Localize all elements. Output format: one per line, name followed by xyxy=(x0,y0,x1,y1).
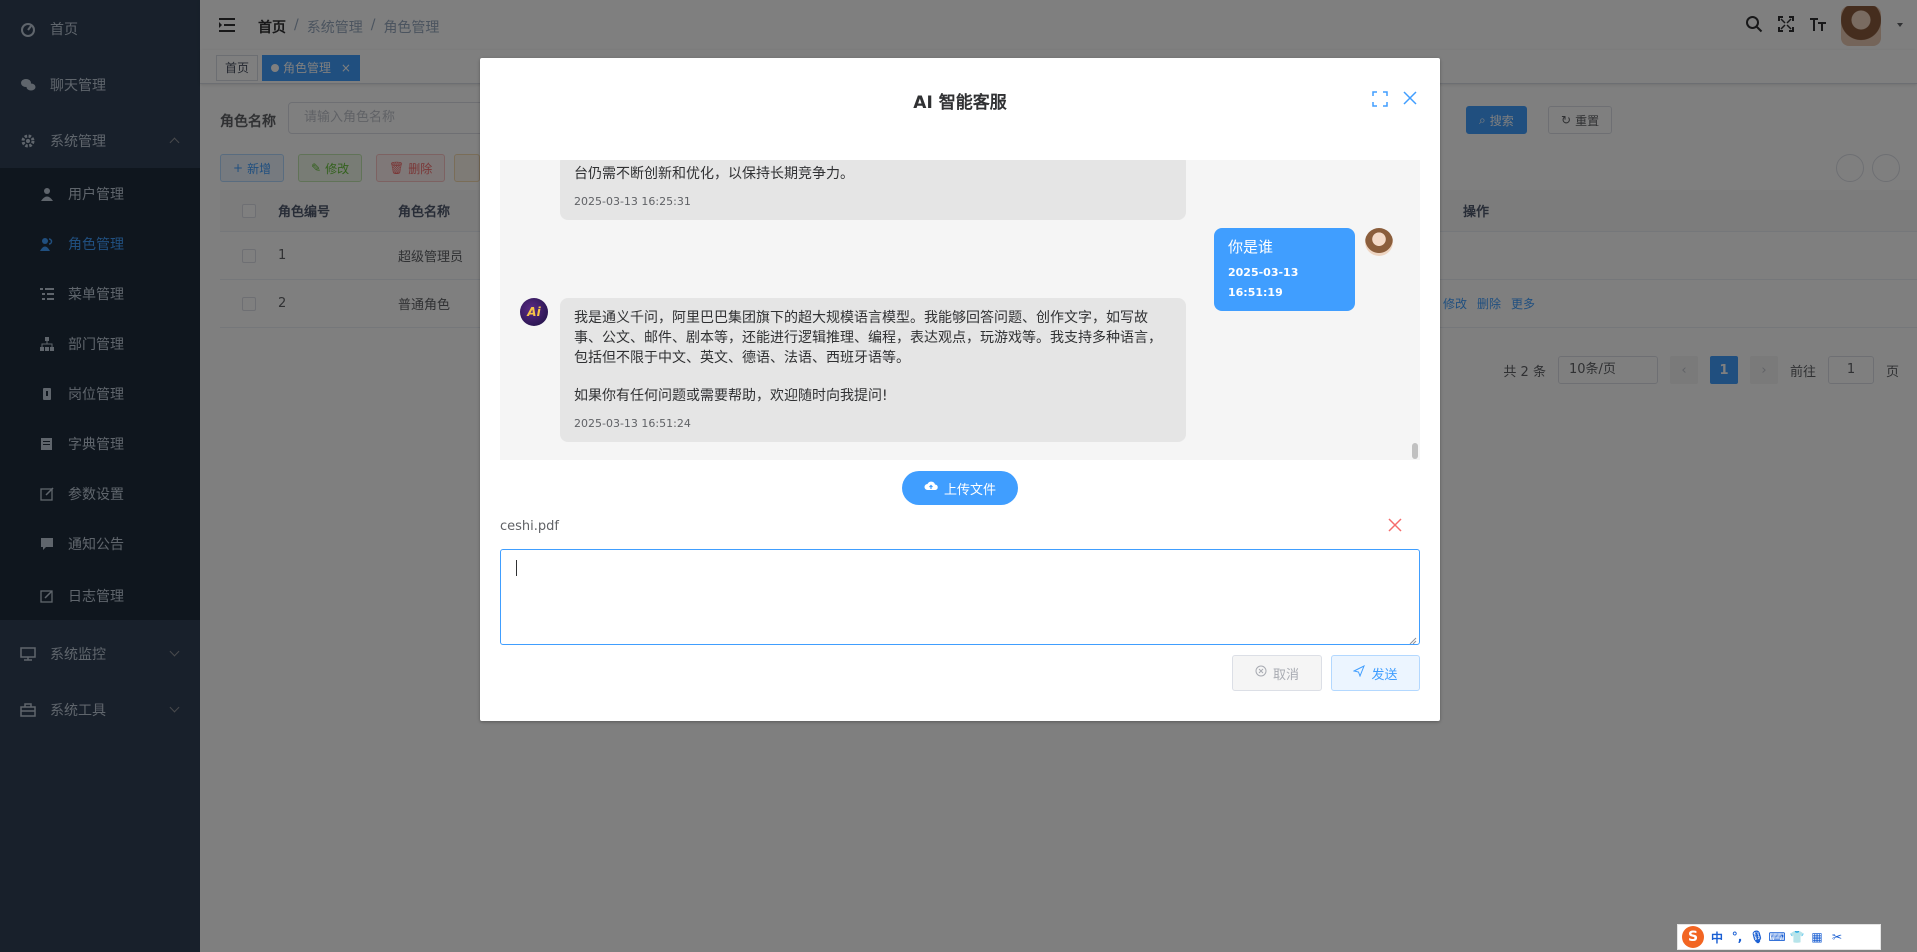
text-caret xyxy=(516,560,517,576)
circle-close-icon xyxy=(1255,665,1267,681)
toolbox-icon[interactable]: ✂ xyxy=(1830,930,1844,944)
attached-file-name: ceshi.pdf xyxy=(500,519,559,534)
send-label: 发送 xyxy=(1371,667,1398,683)
fullscreen-icon[interactable] xyxy=(1372,91,1388,107)
message-time: 2025-03-13 16:51:19 xyxy=(1228,266,1299,299)
upload-label: 上传文件 xyxy=(943,482,996,498)
ai-chat-dialog: AI 智能客服 台仍需不断创新和优化，以保持长期竞争力。 2025-03-13 … xyxy=(480,58,1440,721)
send-button[interactable]: 发送 xyxy=(1331,655,1420,691)
sogou-logo-icon[interactable]: S xyxy=(1682,926,1704,948)
chat-messages[interactable]: 台仍需不断创新和优化，以保持长期竞争力。 2025-03-13 16:25:31… xyxy=(500,160,1420,460)
remove-file-icon[interactable] xyxy=(1388,518,1402,532)
message-time: 2025-03-13 16:51:24 xyxy=(574,417,691,430)
message-text: 我是通义千问，阿里巴巴集团旗下的超大规模语言模型。我能够回答问题、创作文字，如写… xyxy=(574,310,1162,366)
dialog-title: AI 智能客服 xyxy=(913,93,1007,113)
cancel-label: 取消 xyxy=(1272,667,1299,683)
ime-toolbar: S 中 °, 🎙 ⌨ 👕 ▦ ✂ xyxy=(1677,924,1881,950)
upload-file-button[interactable]: 上传文件 xyxy=(902,471,1018,505)
user-message: 你是谁 2025-03-13 16:51:19 xyxy=(1214,228,1355,311)
ai-message: 台仍需不断创新和优化，以保持长期竞争力。 2025-03-13 16:25:31 xyxy=(560,160,1186,220)
cloud-upload-icon xyxy=(924,480,938,496)
user-avatar xyxy=(1365,228,1393,256)
ime-lang-toggle[interactable]: 中 xyxy=(1710,930,1724,945)
message-time: 2025-03-13 16:25:31 xyxy=(574,195,691,208)
resize-handle-icon[interactable] xyxy=(1409,634,1417,645)
ai-avatar: Ai xyxy=(520,298,548,326)
skin-icon[interactable]: 👕 xyxy=(1790,930,1805,944)
message-textarea[interactable] xyxy=(500,549,1420,645)
message-text: 台仍需不断创新和优化，以保持长期竞争力。 xyxy=(574,166,854,182)
send-icon xyxy=(1353,664,1366,681)
microphone-icon[interactable]: 🎙 xyxy=(1749,930,1764,944)
close-icon[interactable] xyxy=(1402,90,1418,106)
apps-grid-icon[interactable]: ▦ xyxy=(1810,930,1824,944)
chat-scrollbar[interactable] xyxy=(1412,443,1418,459)
ai-message: 我是通义千问，阿里巴巴集团旗下的超大规模语言模型。我能够回答问题、创作文字，如写… xyxy=(560,298,1186,442)
message-text: 你是谁 xyxy=(1228,238,1274,256)
message-text-2: 如果你有任何问题或需要帮助，欢迎随时向我提问! xyxy=(574,388,888,404)
cancel-button[interactable]: 取消 xyxy=(1232,655,1322,691)
keyboard-icon[interactable]: ⌨ xyxy=(1768,930,1785,944)
ime-punct-toggle[interactable]: °, xyxy=(1730,930,1744,944)
